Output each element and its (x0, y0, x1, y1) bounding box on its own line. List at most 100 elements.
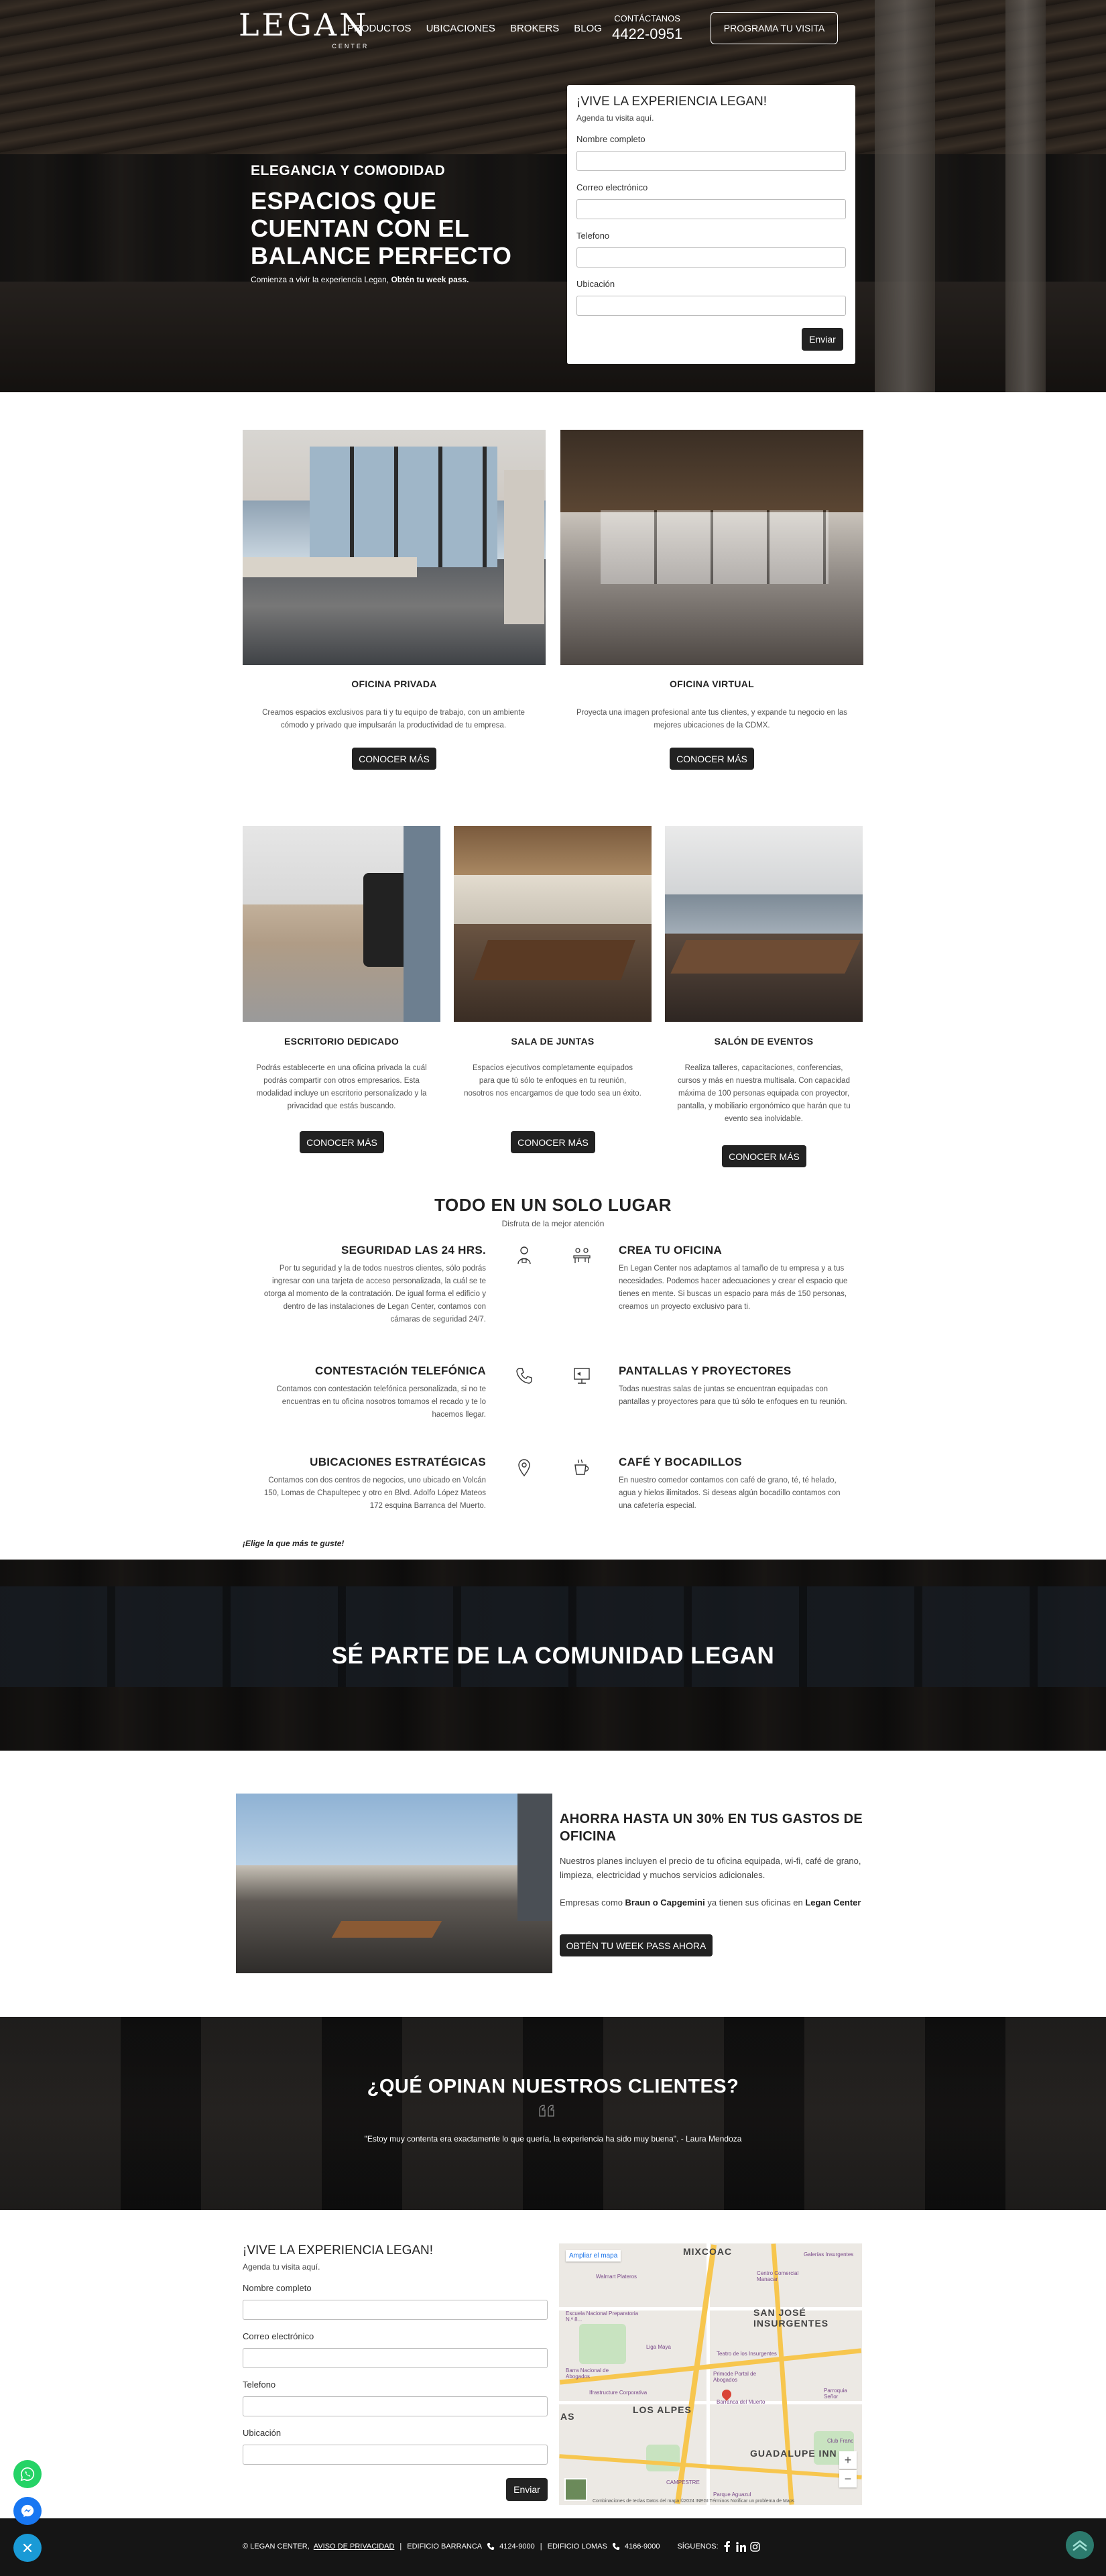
card-title: OFICINA PRIVADA (351, 679, 437, 689)
location-pin-icon (518, 1459, 530, 1477)
private-office-image (243, 430, 546, 665)
messenger-icon (21, 2504, 34, 2518)
form-title: ¡VIVE LA EXPERIENCIA LEGAN! (243, 2243, 434, 2258)
office-team-icon (573, 1248, 591, 1263)
schedule-visit-button[interactable]: PROGRAMA TU VISITA (711, 12, 838, 44)
footer-row: © LEGAN CENTER, AVISO DE PRIVACIDAD | ED… (243, 2541, 760, 2552)
map-park (646, 2445, 680, 2471)
nav-link-ubicaciones[interactable]: UBICACIONES (426, 23, 495, 34)
week-pass-button[interactable]: OBTÉN TU WEEK PASS AHORA (560, 1934, 713, 1956)
instagram-icon[interactable] (749, 2541, 760, 2552)
image-detail (243, 557, 417, 577)
event-hall-more-button[interactable]: CONOCER MÁS (722, 1145, 806, 1167)
testimonials-section: ¿QUÉ OPINAN NUESTROS CLIENTES? "Estoy mu… (0, 2017, 1106, 2210)
card-title: SALÓN DE EVENTOS (714, 1036, 814, 1047)
phone-label: Telefono (576, 231, 610, 241)
map-satellite-toggle[interactable] (564, 2478, 587, 2501)
form-field: Correo electrónico (243, 2331, 548, 2368)
map-place: Centro Comercial Manacar (757, 2270, 799, 2282)
facebook-icon[interactable] (723, 2541, 732, 2552)
map-attribution: Combinaciones de teclas Datos del mapa ©… (593, 2499, 795, 2504)
form-field: Telefono (243, 2380, 548, 2416)
feature-title: CAFÉ Y BOCADILLOS (619, 1456, 742, 1468)
map-area-label: GUADALUPE INN (750, 2448, 837, 2459)
submit-button[interactable]: Enviar (802, 328, 843, 351)
image-detail (601, 510, 828, 584)
location-map[interactable]: MIXCOAC SAN JOSÉ INSURGENTES LOS ALPES G… (559, 2243, 862, 2505)
map-place: Teatro de los Insurgentes (717, 2351, 777, 2357)
email-input[interactable] (243, 2348, 548, 2368)
hero-paragraph-bold: Obtén tu week pass. (391, 275, 469, 284)
testimonials-title: ¿QUÉ OPINAN NUESTROS CLIENTES? (367, 2076, 739, 2097)
image-detail (331, 1921, 442, 1938)
footer-phone[interactable]: 4166-9000 (625, 2542, 660, 2551)
hero-kicker: ELEGANCIA Y COMODIDAD (251, 163, 446, 178)
privacy-link[interactable]: AVISO DE PRIVACIDAD (314, 2542, 395, 2551)
name-input[interactable] (243, 2300, 548, 2320)
whatsapp-button[interactable] (13, 2460, 42, 2488)
nav-contact[interactable]: CONTÁCTANOS 4422-0951 (612, 13, 682, 43)
image-detail (310, 447, 497, 567)
nav-link-blog[interactable]: BLOG (574, 23, 602, 34)
feature-title: UBICACIONES ESTRATÉGICAS (310, 1456, 486, 1468)
map-park (579, 2324, 626, 2364)
form-subtitle: Agenda tu visita aquí. (576, 113, 654, 123)
form-field: Ubicación (576, 279, 846, 316)
map-zoom-out-button[interactable]: − (839, 2470, 857, 2487)
card-desc: Podrás establecerte en una oficina priva… (256, 1064, 427, 1110)
private-office-more-button[interactable]: CONOCER MÁS (352, 748, 436, 770)
map-place: Ifrastructure Corporativa (589, 2390, 648, 2396)
meeting-room-more-button[interactable]: CONOCER MÁS (511, 1131, 595, 1153)
card-title: ESCRITORIO DEDICADO (284, 1036, 400, 1047)
submit-button[interactable]: Enviar (506, 2478, 548, 2501)
whatsapp-icon (20, 2467, 35, 2481)
coffee-cup-icon (574, 1459, 589, 1475)
hero-paragraph: Comienza a vivir la experiencia Legan, O… (251, 275, 532, 284)
messenger-button[interactable] (13, 2497, 42, 2525)
phone-input[interactable] (243, 2396, 548, 2416)
form-field: Ubicación (243, 2428, 548, 2465)
map-expand-link[interactable]: Ampliar el mapa (566, 2250, 621, 2262)
linkedin-icon[interactable] (735, 2541, 746, 2552)
form-title: ¡VIVE LA EXPERIENCIA LEGAN! (576, 95, 767, 109)
hero-paragraph-text: Comienza a vivir la experiencia Legan, (251, 275, 389, 284)
meeting-room-image (454, 826, 652, 1022)
map-place: Barranca del Muerto (717, 2399, 765, 2405)
map-place: Barra Nacional de Abogados (566, 2367, 609, 2380)
contact-number: 4422-0951 (612, 25, 683, 42)
features-title: TODO EN UN SOLO LUGAR (434, 1195, 672, 1215)
features-tagline: ¡Elige la que más te guste! (243, 1539, 345, 1548)
footer: © LEGAN CENTER, AVISO DE PRIVACIDAD | ED… (0, 2518, 1106, 2576)
feature-text: En Legan Center nos adaptamos al tamaño … (619, 1265, 848, 1311)
hero-title: ESPACIOS QUE CUENTAN CON EL BALANCE PERF… (251, 187, 512, 270)
dedicated-desk-more-button[interactable]: CONOCER MÁS (300, 1131, 384, 1153)
location-input[interactable] (243, 2445, 548, 2465)
map-highway (771, 2243, 794, 2505)
scroll-top-button[interactable] (1066, 2531, 1094, 2559)
location-input[interactable] (576, 296, 846, 316)
map-road (559, 2401, 862, 2404)
footer-phone[interactable]: 4124-9000 (499, 2542, 535, 2551)
logo-sub: CENTER (332, 43, 369, 50)
feature-title: CONTESTACIÓN TELEFÓNICA (315, 1364, 486, 1377)
map-area-label: SAN JOSÉ INSURGENTES (753, 2307, 829, 2329)
map-place: Galerías Insurgentes (804, 2251, 854, 2258)
close-floating-button[interactable] (13, 2534, 42, 2562)
map-zoom-in-button[interactable]: + (839, 2451, 857, 2469)
name-input[interactable] (576, 151, 846, 171)
map-place: Walmart Plateros (596, 2274, 637, 2280)
phone-input[interactable] (576, 247, 846, 268)
feature-title: PANTALLAS Y PROYECTORES (619, 1364, 792, 1377)
map-area-label: AS (560, 2411, 575, 2422)
footer-follow: SÍGUENOS: (677, 2542, 719, 2551)
map-area-label: LOS ALPES (633, 2404, 692, 2415)
virtual-office-more-button[interactable]: CONOCER MÁS (670, 748, 754, 770)
virtual-office-image (560, 430, 863, 665)
close-icon (23, 2543, 32, 2553)
nav-link-productos[interactable]: PRODUCTOS (347, 23, 412, 34)
email-input[interactable] (576, 199, 846, 219)
nav-link-brokers[interactable]: BROKERS (510, 23, 559, 34)
email-label: Correo electrónico (243, 2331, 314, 2341)
feature-title: SEGURIDAD LAS 24 HRS. (341, 1244, 486, 1256)
image-detail (404, 826, 440, 1022)
